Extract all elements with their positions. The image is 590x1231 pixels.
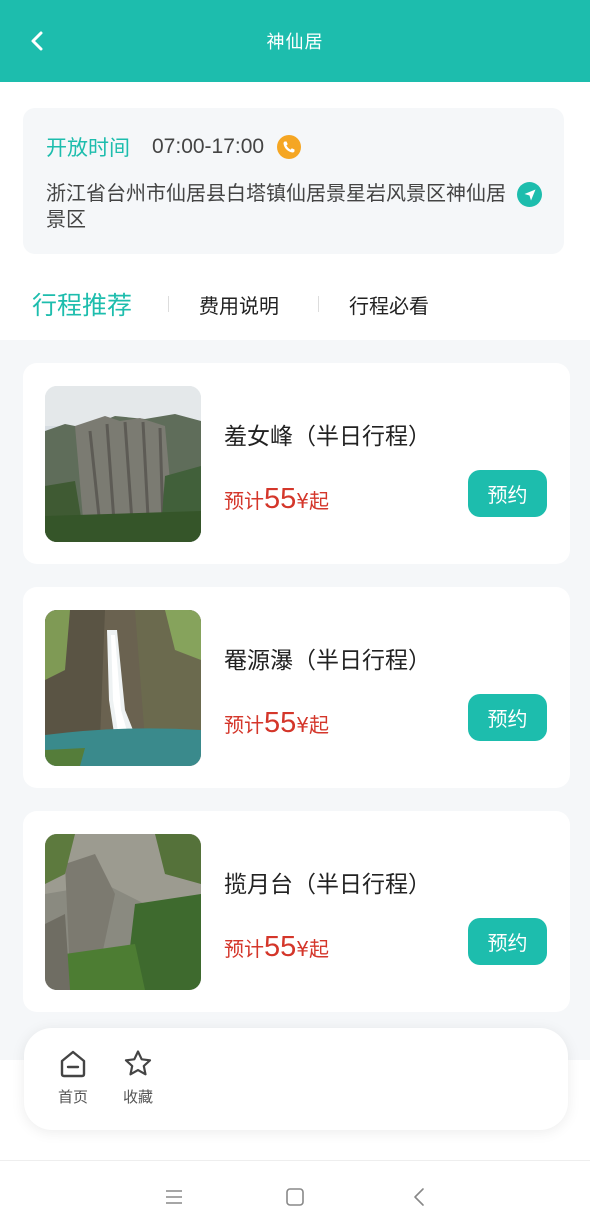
price-prefix: 预计 xyxy=(224,489,264,513)
app-header: 神仙居 xyxy=(0,0,590,82)
price-suffix: ¥起 xyxy=(296,937,329,961)
book-button[interactable]: 预约 xyxy=(468,694,547,741)
back-button[interactable] xyxy=(22,26,52,56)
back-arrow-icon[interactable] xyxy=(408,1185,432,1209)
itinerary-card[interactable]: 揽月台（半日行程） 预计 55 ¥起 预约 xyxy=(23,811,570,1012)
bottom-nav-label: 收藏 xyxy=(122,1088,153,1106)
itinerary-card[interactable]: 罨源瀑（半日行程） 预计 55 ¥起 预约 xyxy=(23,587,570,788)
home-icon xyxy=(60,1050,86,1078)
opening-hours-value: 07:00-17:00 xyxy=(152,135,265,158)
bottom-tab-bar: 首页 收藏 xyxy=(24,1028,568,1130)
itinerary-price: 预计 55 ¥起 xyxy=(224,931,329,964)
tab-fees[interactable]: 费用说明 xyxy=(199,276,279,332)
price-suffix: ¥起 xyxy=(296,713,329,737)
book-button[interactable]: 预约 xyxy=(468,470,547,517)
system-navigation-bar xyxy=(0,1160,590,1231)
book-button[interactable]: 预约 xyxy=(468,918,547,965)
tab-bar: 行程推荐 费用说明 行程必看 xyxy=(0,276,590,332)
bottom-nav-favorites[interactable]: 收藏 xyxy=(114,1048,162,1107)
home-square-icon[interactable] xyxy=(283,1185,307,1209)
price-suffix: ¥起 xyxy=(296,489,329,513)
price-value: 55 xyxy=(264,483,297,515)
page-title: 神仙居 xyxy=(266,32,324,53)
itinerary-price: 预计 55 ¥起 xyxy=(224,483,329,516)
phone-icon[interactable] xyxy=(277,135,302,159)
price-prefix: 预计 xyxy=(224,713,264,737)
price-value: 55 xyxy=(264,931,297,963)
menu-icon[interactable] xyxy=(162,1185,186,1209)
opening-hours-row: 开放时间 07:00-17:00 xyxy=(46,132,302,162)
tab-divider xyxy=(168,296,169,312)
price-value: 55 xyxy=(264,707,297,739)
opening-hours-label: 开放时间 xyxy=(46,136,130,160)
bottom-nav-label: 首页 xyxy=(57,1088,88,1106)
star-icon xyxy=(124,1050,152,1076)
navigation-icon[interactable] xyxy=(517,182,542,207)
itinerary-thumbnail xyxy=(45,386,201,542)
itinerary-name: 罨源瀑（半日行程） xyxy=(224,648,431,674)
itinerary-card[interactable]: 羞女峰（半日行程） 预计 55 ¥起 预约 xyxy=(23,363,570,564)
itinerary-price: 预计 55 ¥起 xyxy=(224,707,329,740)
tab-must-see[interactable]: 行程必看 xyxy=(349,276,429,332)
itinerary-name: 羞女峰（半日行程） xyxy=(224,424,431,450)
price-prefix: 预计 xyxy=(224,937,264,961)
tab-itinerary[interactable]: 行程推荐 xyxy=(32,276,132,332)
tab-divider xyxy=(318,296,319,312)
bottom-nav-home[interactable]: 首页 xyxy=(49,1048,97,1107)
scenic-info-card: 开放时间 07:00-17:00 浙江省台州市仙居县白塔镇仙居景星岩风景区神仙居… xyxy=(23,108,564,254)
address-text: 浙江省台州市仙居县白塔镇仙居景星岩风景区神仙居景区 xyxy=(46,181,506,231)
itinerary-thumbnail xyxy=(45,834,201,990)
itinerary-thumbnail xyxy=(45,610,201,766)
itinerary-name: 揽月台（半日行程） xyxy=(224,872,431,898)
chevron-left-icon xyxy=(31,31,43,51)
